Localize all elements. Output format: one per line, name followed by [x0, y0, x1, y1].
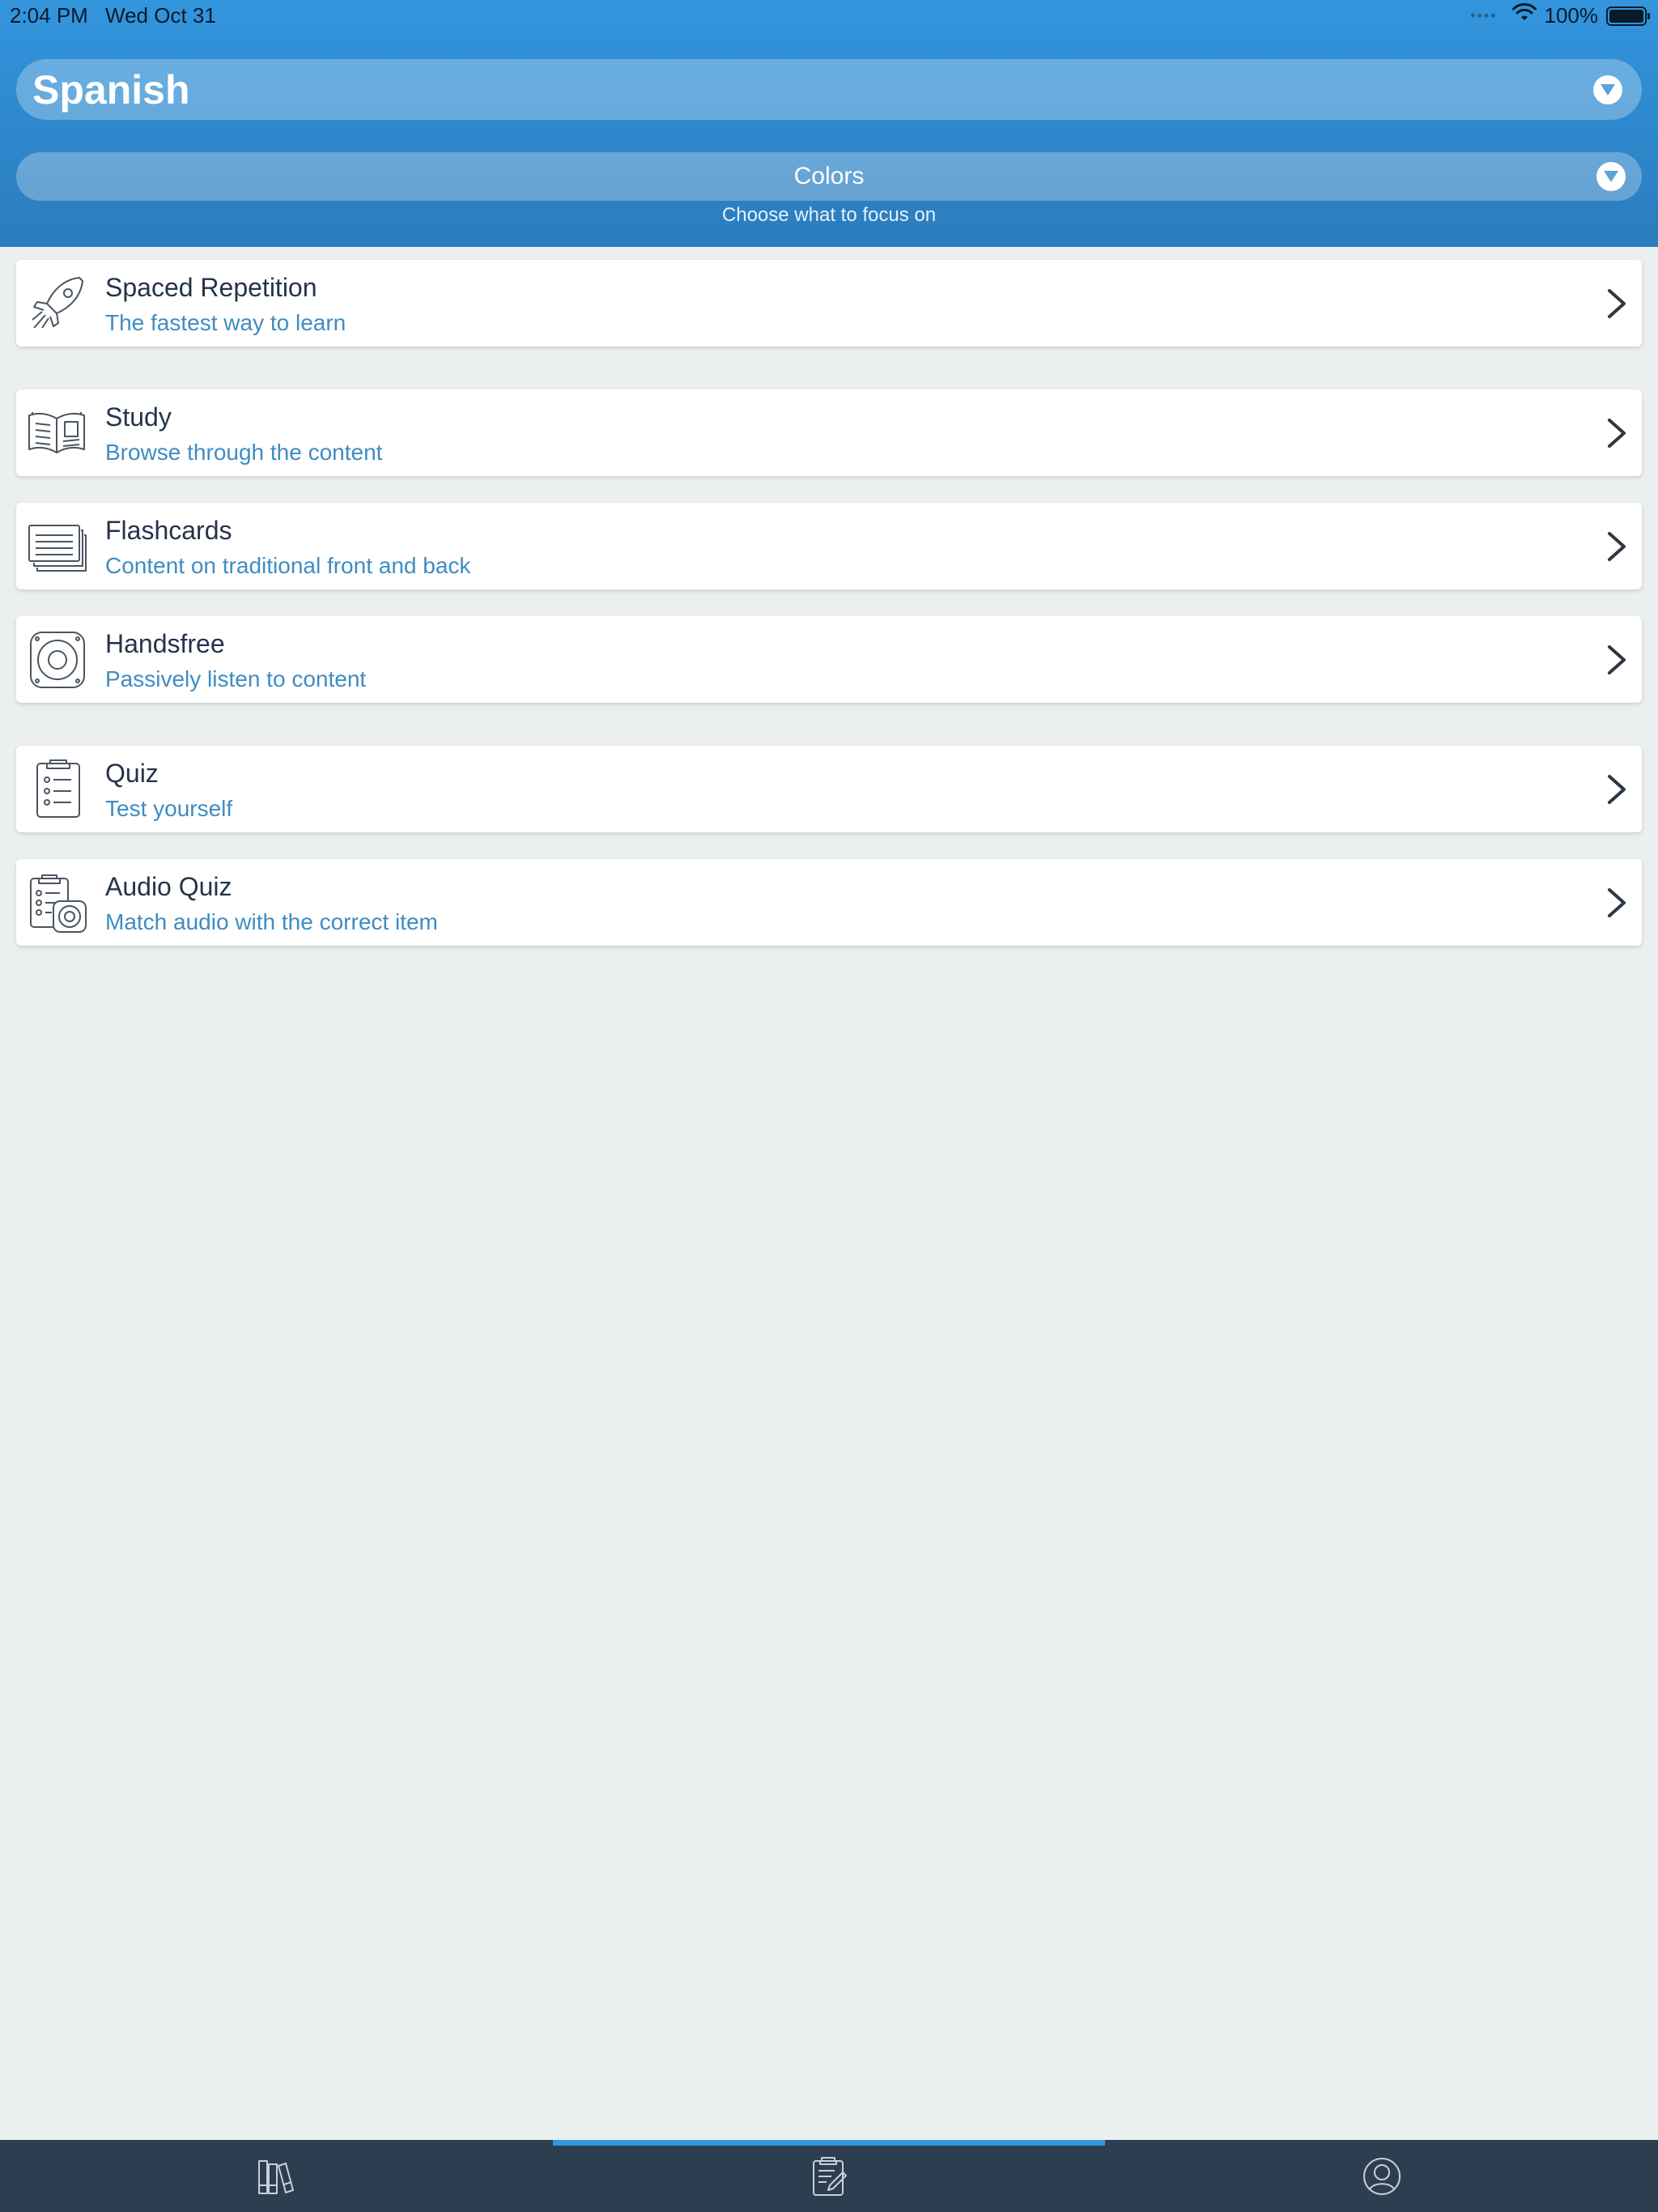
mode-subtitle: Test yourself	[105, 796, 233, 821]
open-book-icon	[26, 401, 91, 466]
mode-title: Flashcards	[105, 516, 232, 545]
library-books-icon	[256, 2156, 296, 2197]
header: 2:04 PM Wed Oct 31 •••• 100% Spanish Col…	[0, 0, 1658, 247]
language-title: Spanish	[32, 66, 190, 113]
mode-handsfree[interactable]: Handsfree Passively listen to content	[16, 616, 1642, 703]
mode-subtitle: Content on traditional front and back	[105, 553, 471, 578]
mode-subtitle: Browse through the content	[105, 440, 383, 465]
mode-quiz[interactable]: Quiz Test yourself	[16, 746, 1642, 832]
battery-percent: 100%	[1544, 3, 1599, 28]
tab-profile[interactable]	[1106, 2140, 1658, 2212]
mode-flashcards[interactable]: Flashcards Content on traditional front …	[16, 503, 1642, 589]
app-root: 2:04 PM Wed Oct 31 •••• 100% Spanish Col…	[0, 0, 1658, 2212]
mode-subtitle: Passively listen to content	[105, 666, 367, 691]
mode-title: Handsfree	[105, 629, 225, 658]
clipboard-audio-icon	[26, 870, 91, 935]
wifi-icon	[1511, 2, 1537, 28]
tab-library[interactable]	[0, 2140, 552, 2212]
tab-bar	[0, 2140, 1658, 2212]
chevron-right-icon	[1605, 530, 1629, 563]
topic-title: Colors	[793, 163, 865, 189]
mode-title: Quiz	[105, 759, 159, 788]
topic-hint: Choose what to focus on	[721, 204, 937, 226]
mode-subtitle: The fastest way to learn	[105, 310, 346, 335]
battery-icon	[1606, 6, 1650, 26]
dropdown-triangle-icon	[1593, 74, 1622, 104]
status-right: •••• 100%	[1470, 2, 1650, 28]
mode-title: Study	[105, 402, 172, 432]
clipboard-checklist-icon	[26, 757, 91, 822]
status-date: Wed Oct 31	[105, 3, 216, 28]
clipboard-edit-icon	[810, 2156, 848, 2197]
tab-activities[interactable]	[553, 2140, 1105, 2212]
chevron-right-icon	[1605, 417, 1629, 449]
topic-selector[interactable]: Colors	[16, 152, 1642, 201]
flashcards-icon	[26, 514, 91, 579]
dropdown-triangle-icon	[1596, 162, 1626, 191]
mode-audio-quiz[interactable]: Audio Quiz Match audio with the correct …	[16, 859, 1642, 946]
mode-spaced-repetition[interactable]: Spaced Repetition The fastest way to lea…	[16, 260, 1642, 347]
chevron-right-icon	[1605, 887, 1629, 919]
chevron-right-icon	[1605, 287, 1629, 320]
cellular-signal-icon: ••••	[1470, 7, 1498, 23]
language-selector[interactable]: Spanish	[16, 59, 1642, 120]
mode-subtitle: Match audio with the correct item	[105, 909, 438, 934]
status-bar: 2:04 PM Wed Oct 31 •••• 100%	[0, 0, 1658, 32]
mode-title: Spaced Repetition	[105, 273, 317, 302]
mode-title: Audio Quiz	[105, 872, 232, 901]
profile-icon	[1362, 2156, 1402, 2197]
battery-fill	[1609, 9, 1643, 23]
status-time: 2:04 PM	[10, 3, 88, 28]
mode-study[interactable]: Study Browse through the content	[16, 389, 1642, 476]
chevron-right-icon	[1605, 644, 1629, 676]
speaker-icon	[26, 627, 91, 692]
rocket-icon	[26, 271, 91, 336]
chevron-right-icon	[1605, 773, 1629, 806]
